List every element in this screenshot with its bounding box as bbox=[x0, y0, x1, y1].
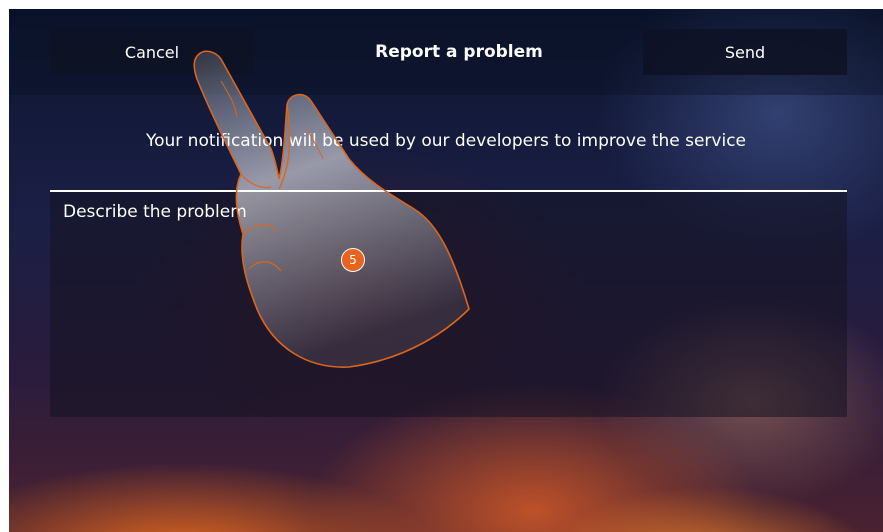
send-button[interactable]: Send bbox=[643, 29, 847, 75]
info-text: Your notification will be used by our de… bbox=[145, 131, 746, 151]
problem-description-field[interactable]: Describe the problem bbox=[50, 190, 847, 417]
device-screen: Cancel Report a problem Send Your notifi… bbox=[9, 9, 883, 532]
step-number-badge: 5 bbox=[341, 248, 365, 272]
page-title: Report a problem bbox=[375, 42, 543, 62]
cancel-button[interactable]: Cancel bbox=[50, 29, 254, 75]
description-placeholder: Describe the problem bbox=[63, 202, 247, 222]
